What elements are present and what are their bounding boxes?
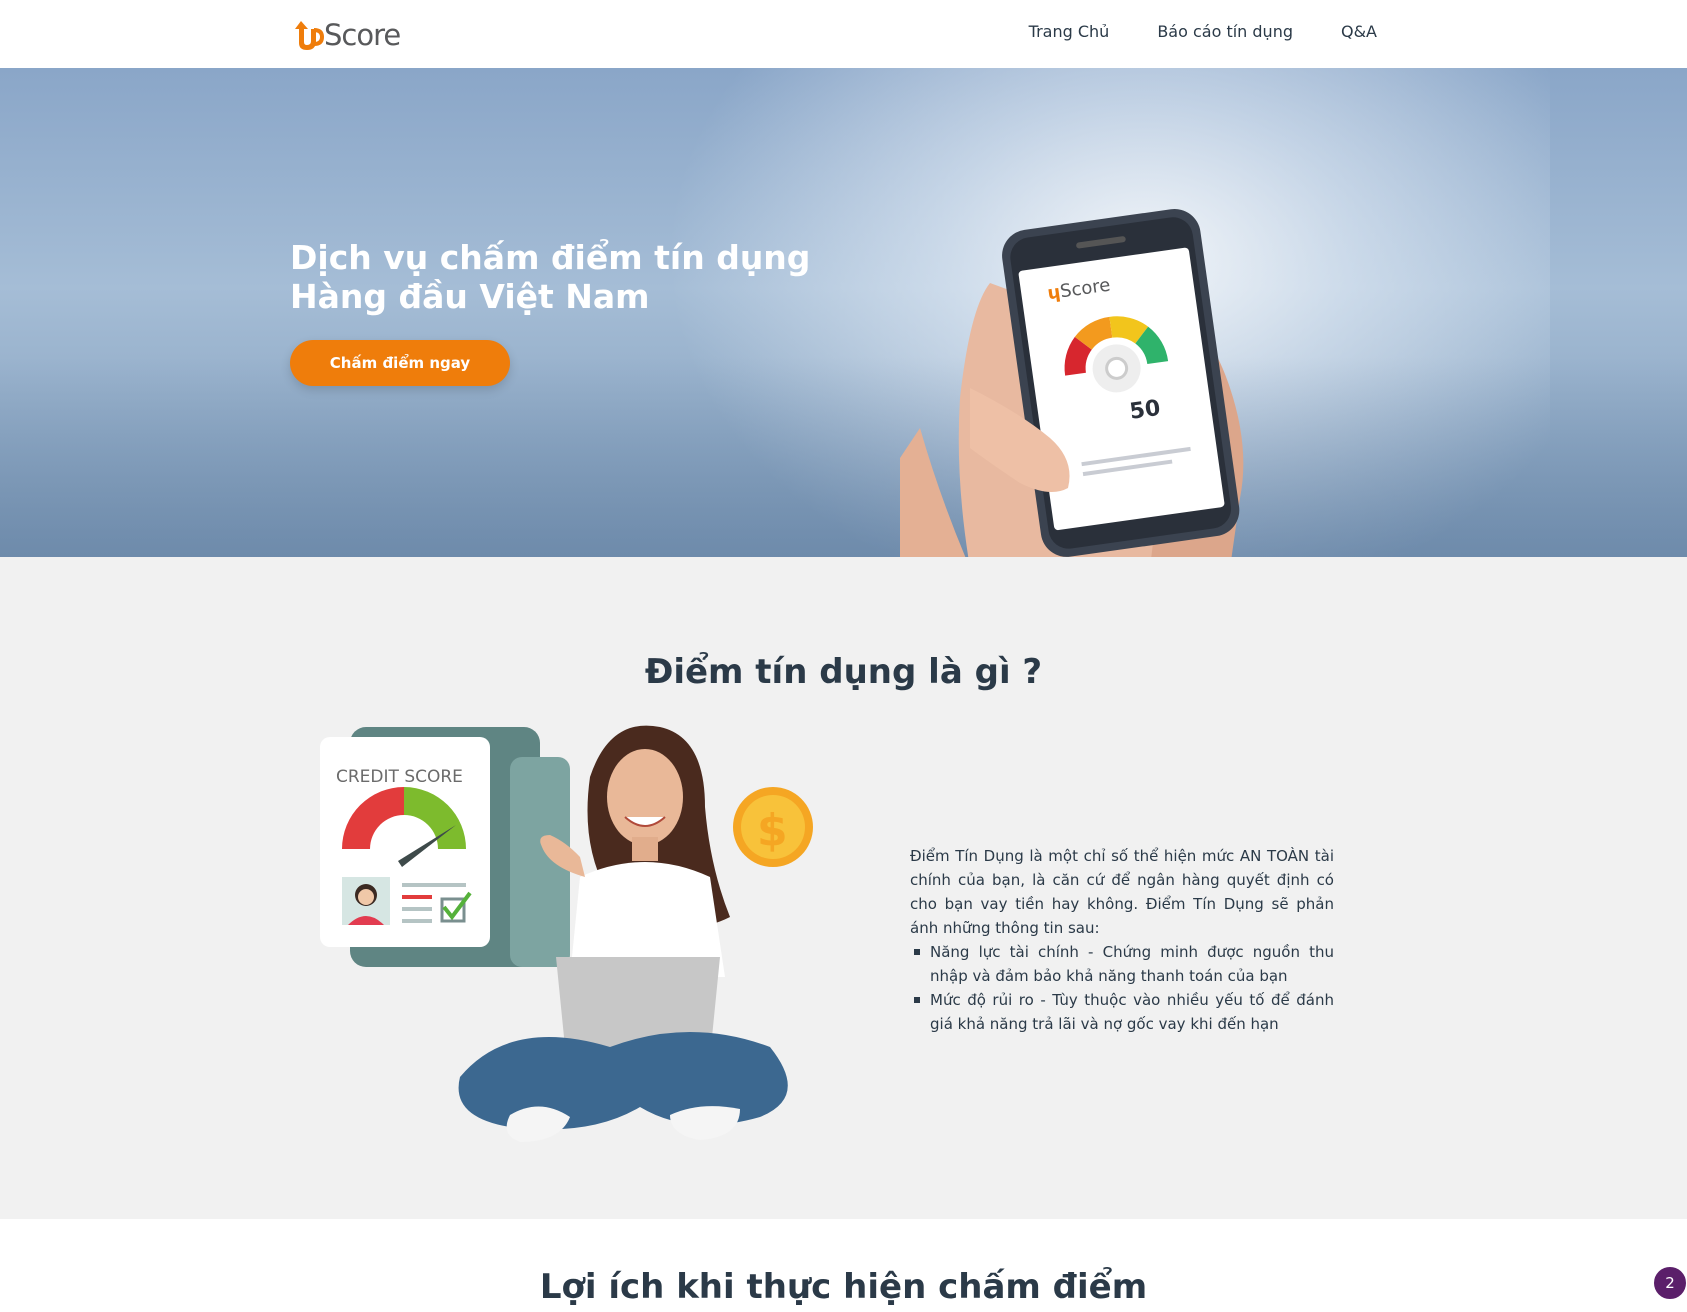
site-header: Score Trang Chủ Báo cáo tín dụng Q&A	[0, 0, 1687, 68]
woman-with-laptop-credit-score-illustration: CREDIT SCORE POOR GOOD $	[320, 725, 813, 1142]
hero-background-city	[0, 357, 1687, 557]
floating-notification-badge[interactable]: 2	[1652, 1265, 1687, 1301]
list-item: Năng lực tài chính - Chứng minh được ngu…	[910, 940, 1334, 988]
section-title-benefits: Lợi ích khi thực hiện chấm điểm	[539, 1267, 1148, 1307]
section-title-what-is: Điểm tín dụng là gì ?	[644, 652, 1043, 692]
hero-title: Dịch vụ chấm điểm tín dụng Hàng đầu Việt…	[290, 238, 810, 316]
card-title: CREDIT SCORE	[336, 767, 463, 787]
hand-holding-phone-image: ɥScore 50	[900, 209, 1244, 557]
gauge-good-label: GOOD	[436, 854, 463, 863]
nav-home[interactable]: Trang Chủ	[1029, 22, 1110, 41]
hero-title-line2: Hàng đầu Việt Nam	[290, 277, 650, 316]
logo-text: Score	[324, 18, 401, 52]
credit-score-description: Điểm Tín Dụng là một chỉ số thể hiện mức…	[910, 844, 1334, 1036]
upscore-logo[interactable]: Score	[292, 17, 401, 53]
score-now-button[interactable]: Chấm điểm ngay	[290, 340, 510, 386]
hero-title-line1: Dịch vụ chấm điểm tín dụng	[290, 238, 811, 277]
what-is-credit-score-section: Điểm tín dụng là gì ? CREDIT SCORE POOR …	[0, 557, 1687, 1219]
svg-text:$: $	[757, 805, 788, 856]
description-paragraph: Điểm Tín Dụng là một chỉ số thể hiện mức…	[910, 847, 1334, 937]
list-item: Mức độ rủi ro - Tùy thuộc vào nhiều yếu …	[910, 988, 1334, 1036]
benefits-section: Lợi ích khi thực hiện chấm điểm	[0, 1219, 1687, 1312]
gauge-poor-label: POOR	[352, 854, 378, 863]
nav-qa[interactable]: Q&A	[1341, 22, 1377, 41]
phone-score-value: 50	[1128, 396, 1162, 425]
description-bullet-list: Năng lực tài chính - Chứng minh được ngu…	[910, 940, 1334, 1036]
main-nav: Trang Chủ Báo cáo tín dụng Q&A	[1029, 22, 1377, 41]
logo-arrow-icon	[295, 21, 325, 50]
nav-credit-report[interactable]: Báo cáo tín dụng	[1157, 22, 1293, 41]
hero-banner: Dịch vụ chấm điểm tín dụng Hàng đầu Việt…	[0, 68, 1687, 557]
